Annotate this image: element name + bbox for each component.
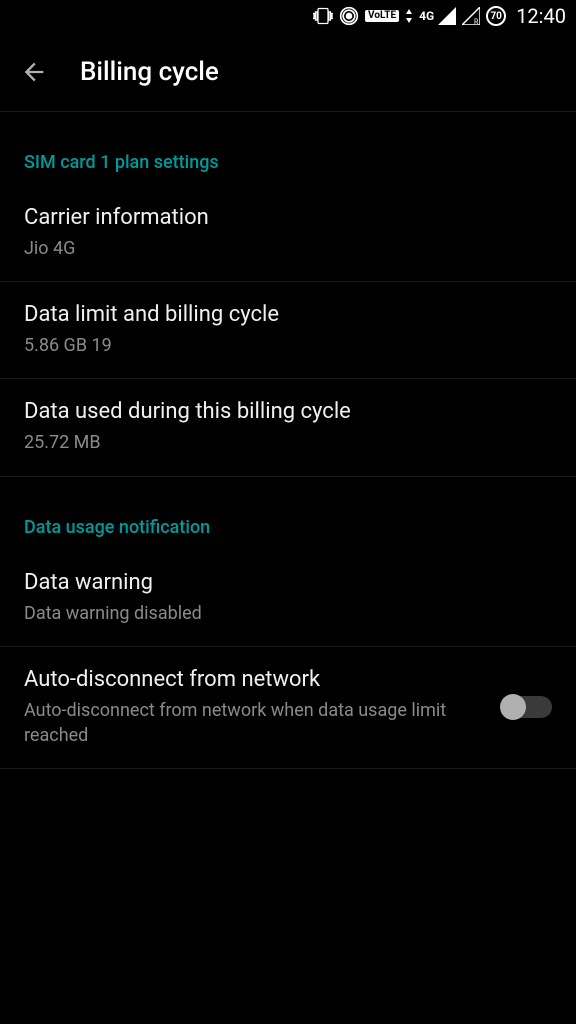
item-title: Carrier information bbox=[24, 205, 552, 230]
volte-badge: VoLTE bbox=[365, 10, 399, 22]
network-4g-indicator bbox=[405, 6, 413, 26]
hotspot-icon bbox=[339, 6, 359, 26]
item-subtitle: 5.86 GB 19 bbox=[24, 333, 552, 358]
item-subtitle: Data warning disabled bbox=[24, 601, 552, 626]
page-title: Billing cycle bbox=[80, 57, 219, 87]
content-area: SIM card 1 plan settings Carrier informa… bbox=[0, 112, 576, 769]
app-bar: Billing cycle bbox=[0, 32, 576, 112]
signal-icon-2: R bbox=[462, 6, 480, 26]
section-header-data-usage-notification: Data usage notification bbox=[0, 497, 576, 550]
item-title: Data used during this billing cycle bbox=[24, 399, 552, 424]
item-subtitle: 25.72 MB bbox=[24, 430, 552, 455]
list-item-data-used[interactable]: Data used during this billing cycle 25.7… bbox=[0, 379, 576, 476]
list-item-data-warning[interactable]: Data warning Data warning disabled bbox=[0, 550, 576, 647]
signal-icon-1 bbox=[438, 6, 456, 26]
back-arrow-icon[interactable] bbox=[20, 58, 48, 86]
item-title: Auto-disconnect from network bbox=[24, 667, 482, 692]
item-subtitle: Jio 4G bbox=[24, 236, 552, 261]
battery-icon: 70 bbox=[486, 6, 506, 26]
list-item-carrier-information[interactable]: Carrier information Jio 4G bbox=[0, 185, 576, 282]
status-time: 12:40 bbox=[516, 4, 566, 28]
section-header-plan-settings: SIM card 1 plan settings bbox=[0, 132, 576, 185]
toggle-thumb bbox=[500, 694, 526, 720]
auto-disconnect-toggle[interactable] bbox=[502, 696, 552, 718]
svg-text:R: R bbox=[474, 18, 479, 25]
network-4g-label: 4G bbox=[419, 9, 434, 23]
item-subtitle: Auto-disconnect from network when data u… bbox=[24, 698, 482, 748]
vibrate-icon bbox=[313, 6, 333, 26]
battery-percent: 70 bbox=[490, 11, 501, 22]
item-title: Data warning bbox=[24, 570, 552, 595]
list-item-auto-disconnect[interactable]: Auto-disconnect from network Auto-discon… bbox=[0, 647, 576, 769]
list-item-data-limit[interactable]: Data limit and billing cycle 5.86 GB 19 bbox=[0, 282, 576, 379]
status-bar: VoLTE 4G R 70 12:40 bbox=[0, 0, 576, 32]
item-title: Data limit and billing cycle bbox=[24, 302, 552, 327]
